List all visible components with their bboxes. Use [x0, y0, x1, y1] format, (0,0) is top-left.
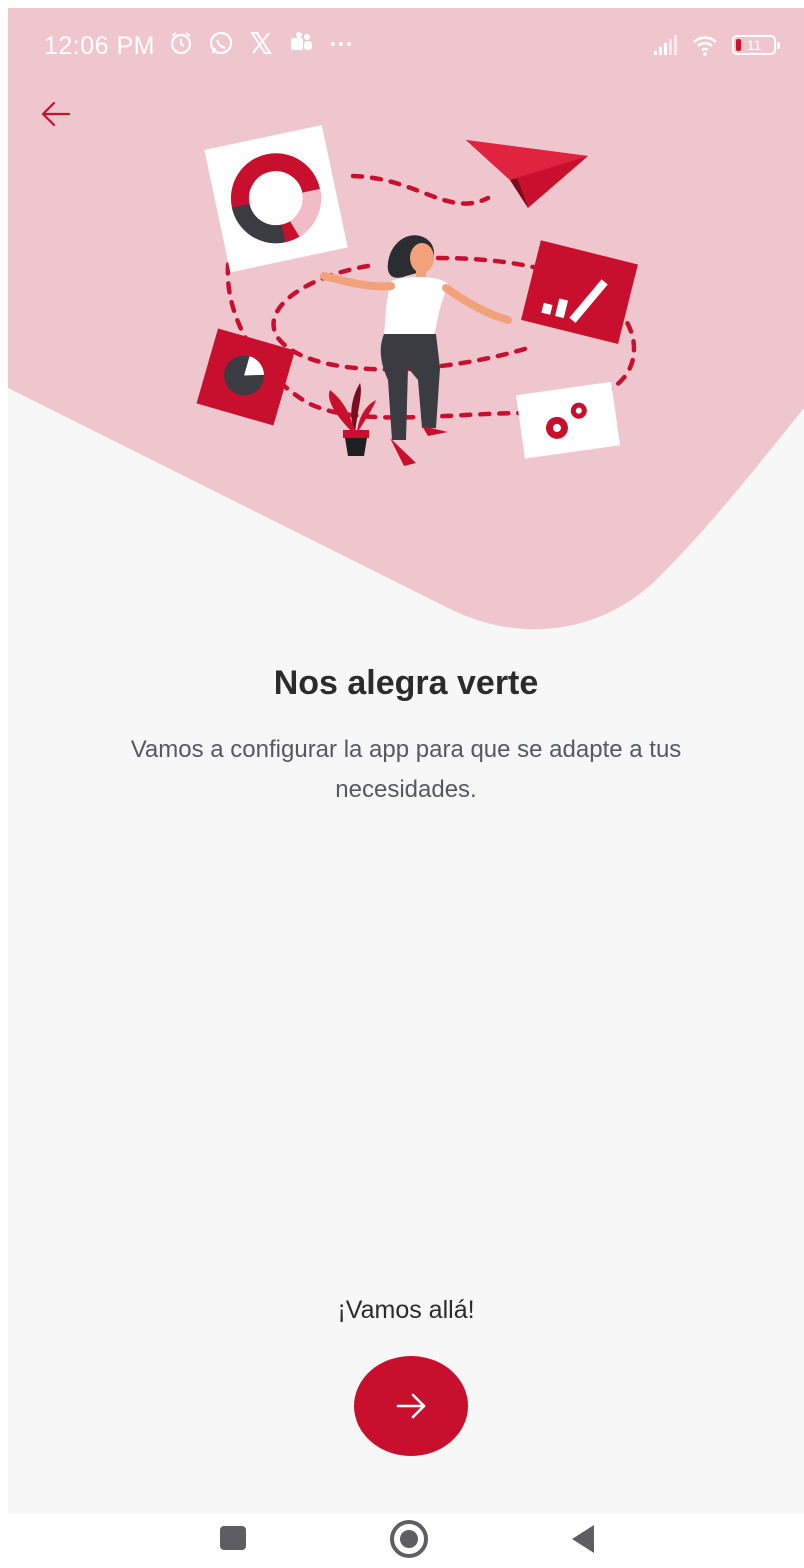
potted-plant	[328, 383, 376, 456]
page-title: Nos alegra verte	[273, 664, 539, 702]
system-navigation-bar	[0, 1514, 804, 1568]
back-triangle-icon[interactable]	[568, 1522, 598, 1556]
arrow-right-icon	[396, 1393, 426, 1419]
gears-card	[516, 381, 621, 459]
donut-chart-card	[204, 125, 348, 273]
next-button[interactable]	[354, 1356, 468, 1456]
recents-square-icon[interactable]	[218, 1522, 248, 1552]
page-subtitle: Vamos a configurar la app para que se ad…	[130, 736, 682, 803]
onboarding-illustration	[196, 125, 638, 466]
home-circle-icon[interactable]	[388, 1518, 430, 1560]
cta-label: ¡Vamos allá!	[337, 1296, 475, 1324]
app-screen: 12:06 PM 11 Nos alegra verte Vamos a con…	[8, 8, 804, 1514]
bar-chart-card	[521, 240, 638, 345]
